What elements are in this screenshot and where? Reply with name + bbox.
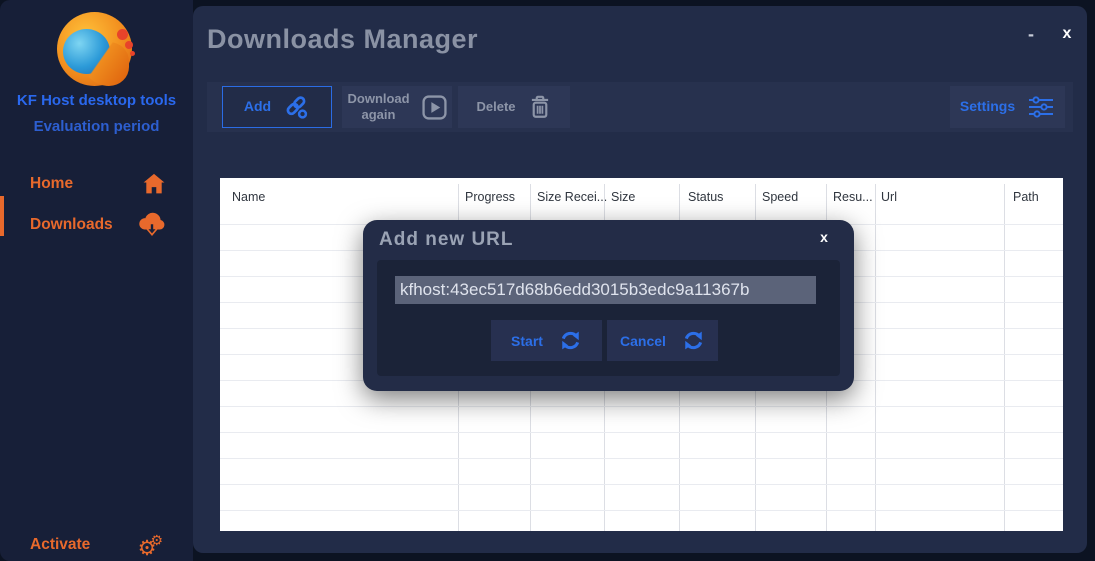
sidebar-item-activate[interactable]: Activate ⚙⚙ [0, 528, 193, 561]
link-icon [283, 94, 310, 121]
toolbar: Add Download again Delete Settings [207, 82, 1073, 132]
add-url-dialog: Add new URL x kfhost:43ec517d68b6edd3015… [363, 220, 854, 391]
refresh-icon [682, 329, 705, 352]
add-button-label: Add [243, 98, 272, 115]
download-again-button[interactable]: Download again [342, 86, 452, 128]
column-header-progress[interactable]: Progress [465, 190, 515, 204]
settings-button[interactable]: Settings [950, 86, 1065, 128]
download-again-label: Download again [347, 90, 410, 122]
brand-title: KF Host desktop tools [16, 92, 177, 109]
sidebar-item-label: Home [30, 175, 74, 192]
close-button[interactable]: x [1055, 25, 1079, 49]
start-button[interactable]: Start [491, 320, 602, 361]
logo-dot [117, 29, 128, 40]
cloud-download-icon [137, 212, 167, 239]
trash-icon [528, 94, 552, 120]
sidebar-item-label: Activate [30, 536, 91, 553]
cancel-button[interactable]: Cancel [607, 320, 718, 361]
settings-button-label: Settings [959, 98, 1016, 115]
column-header-size-received[interactable]: Size Recei... [537, 190, 607, 204]
logo-dot [130, 51, 135, 56]
home-icon [141, 171, 167, 196]
sliders-icon [1027, 95, 1055, 119]
cancel-button-label: Cancel [620, 332, 666, 349]
license-status: Evaluation period [33, 118, 160, 135]
app-logo [57, 12, 135, 86]
logo-dot [125, 41, 133, 49]
url-input[interactable]: kfhost:43ec517d68b6edd3015b3edc9a11367b [395, 276, 816, 304]
refresh-icon [559, 329, 582, 352]
column-header-resume[interactable]: Resu... [833, 190, 873, 204]
delete-button[interactable]: Delete [458, 86, 570, 128]
column-header-name[interactable]: Name [232, 190, 265, 204]
start-button-label: Start [511, 332, 543, 349]
gears-icon: ⚙⚙ [137, 532, 163, 560]
dialog-body: kfhost:43ec517d68b6edd3015b3edc9a11367b … [377, 260, 840, 376]
dialog-close-icon[interactable]: x [813, 229, 835, 251]
sidebar-item-label: Downloads [30, 216, 113, 233]
page-title: Downloads Manager [207, 24, 479, 54]
table-header: Name Progress Size Recei... Size Status … [220, 178, 1063, 224]
sidebar-item-home[interactable]: Home [0, 167, 193, 207]
add-button[interactable]: Add [222, 86, 332, 128]
column-header-speed[interactable]: Speed [762, 190, 798, 204]
column-header-url[interactable]: Url [881, 190, 897, 204]
sidebar: KF Host desktop tools Evaluation period … [0, 0, 193, 561]
column-header-status[interactable]: Status [688, 190, 723, 204]
dialog-title: Add new URL [379, 229, 514, 250]
delete-button-label: Delete [476, 98, 516, 114]
column-header-size[interactable]: Size [611, 190, 635, 204]
column-header-path[interactable]: Path [1013, 190, 1039, 204]
play-icon [421, 94, 447, 120]
logo-swoosh [83, 42, 129, 86]
minimize-button[interactable]: - [1019, 24, 1043, 48]
sidebar-item-downloads[interactable]: Downloads [0, 208, 193, 248]
